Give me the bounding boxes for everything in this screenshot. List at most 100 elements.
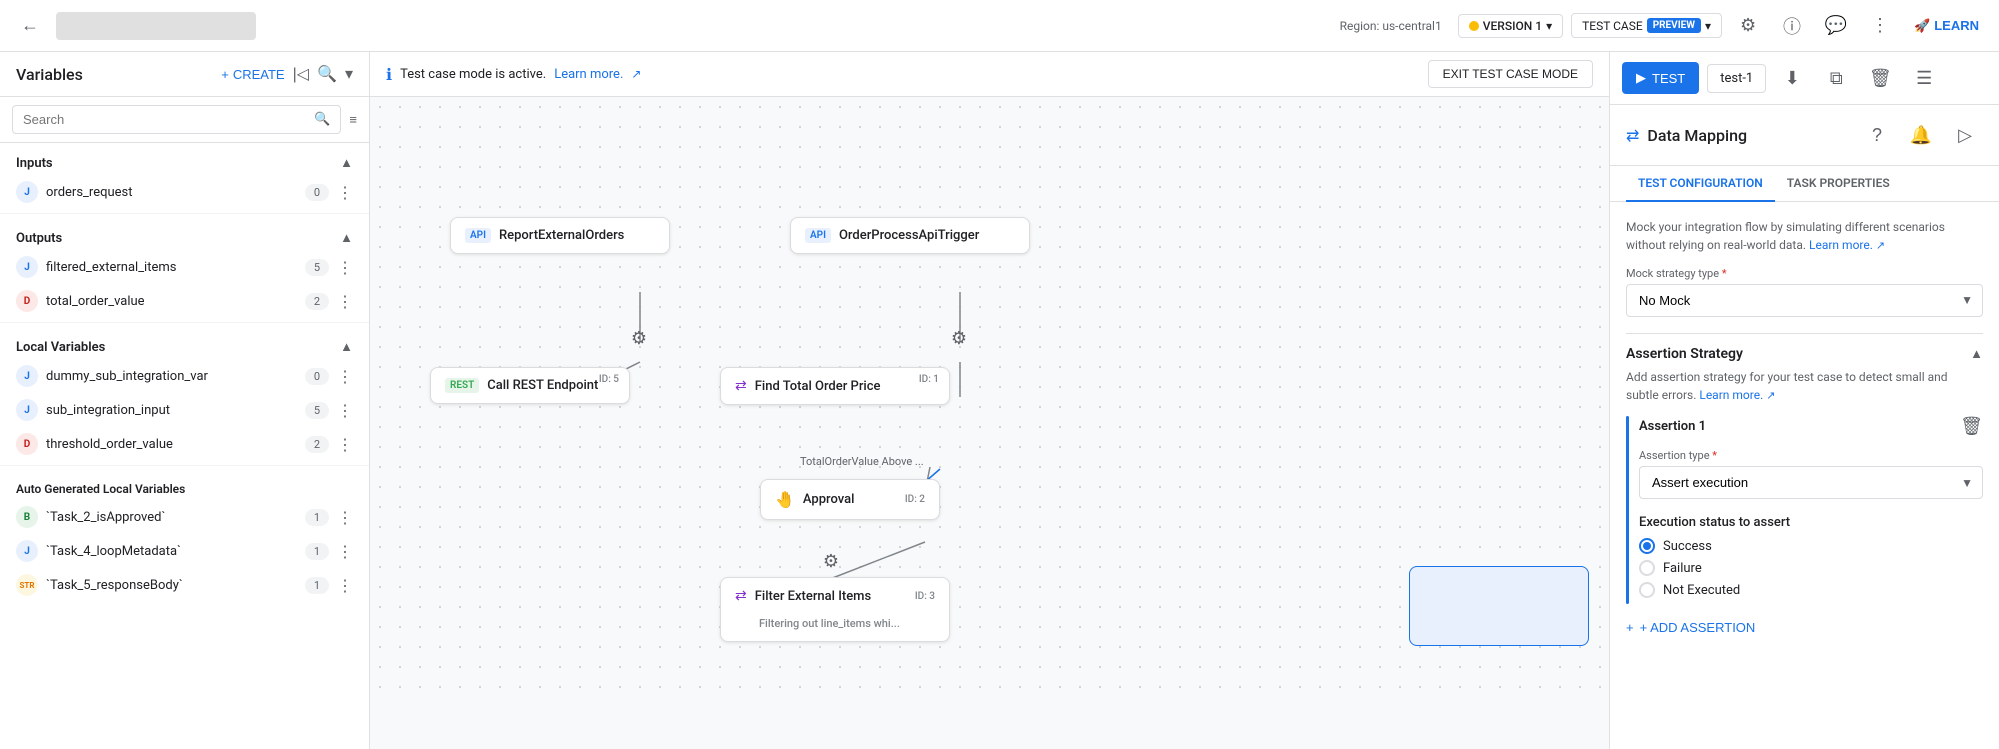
list-item[interactable]: J orders_request 0 ⋮ <box>0 175 369 209</box>
node-call-rest-endpoint[interactable]: REST Call REST Endpoint ID: 5 <box>430 367 630 404</box>
feedback-button[interactable]: 💬 <box>1818 8 1854 44</box>
inputs-label: Inputs <box>16 156 53 171</box>
download-test-button[interactable]: ⬇ <box>1774 60 1810 96</box>
variable-menu-icon[interactable]: ⋮ <box>337 435 353 454</box>
panel-expand-button[interactable]: ▷ <box>1947 117 1983 153</box>
radio-failure-circle[interactable] <box>1639 560 1655 576</box>
preview-badge: PREVIEW <box>1647 18 1701 33</box>
tab-label: TEST CONFIGURATION <box>1638 176 1763 190</box>
inputs-toggle[interactable]: ▲ <box>340 155 353 171</box>
gear-icon-report[interactable]: ⚙ <box>623 322 655 354</box>
delete-assertion-button[interactable]: 🗑 <box>1960 416 1983 437</box>
node-label: OrderProcessApiTrigger <box>839 228 979 243</box>
tab-task-properties[interactable]: TASK PROPERTIES <box>1775 166 1902 202</box>
sidebar-more-button[interactable]: ▾ <box>345 64 353 84</box>
variable-menu-icon[interactable]: ⋮ <box>337 401 353 420</box>
test-case-chip[interactable]: TEST CASE PREVIEW ▾ <box>1571 13 1722 38</box>
canvas-inner[interactable]: API ReportExternalOrders ⚙ API OrderProc… <box>370 97 1609 706</box>
node-find-total-order-price[interactable]: ⇄ Find Total Order Price ID: 1 <box>720 367 950 405</box>
list-item[interactable]: J sub_integration_input 5 ⋮ <box>0 393 369 427</box>
search-input[interactable] <box>23 112 308 127</box>
assertion-type-select[interactable]: Assert execution <box>1639 466 1983 499</box>
learn-button[interactable]: 🚀 LEARN <box>1906 8 1987 44</box>
variable-menu-icon[interactable]: ⋮ <box>337 258 353 277</box>
node-id: ID: 2 <box>905 494 925 505</box>
canvas-area: ℹ Test case mode is active. Learn more. … <box>370 52 1609 749</box>
list-item[interactable]: D total_order_value 2 ⋮ <box>0 284 369 318</box>
right-panel-header: ⇄ Data Mapping ? 🔔 ▷ <box>1610 105 1999 166</box>
variable-menu-icon[interactable]: ⋮ <box>337 183 353 202</box>
outputs-toggle[interactable]: ▲ <box>340 230 353 246</box>
delete-test-button[interactable]: 🗑 <box>1862 60 1898 96</box>
exit-test-case-button[interactable]: EXIT TEST CASE MODE <box>1428 60 1593 88</box>
node-label: ReportExternalOrders <box>499 228 624 243</box>
version-chip[interactable]: VERSION 1 ▾ <box>1458 14 1563 38</box>
node-report-external-orders[interactable]: API ReportExternalOrders <box>450 217 670 254</box>
gear-icon-approval[interactable]: ⚙ <box>815 545 847 577</box>
variable-count: 1 <box>305 509 329 526</box>
radio-not-executed[interactable]: Not Executed <box>1639 582 1983 598</box>
radio-success-circle[interactable] <box>1639 538 1655 554</box>
list-item[interactable]: D threshold_order_value 2 ⋮ <box>0 427 369 461</box>
assertion-collapse-icon[interactable]: ▲ <box>1970 346 1983 362</box>
play-icon: ▶ <box>1636 70 1646 86</box>
radio-failure-label: Failure <box>1663 561 1702 576</box>
list-item[interactable]: B `Task_2_isApproved` 1 ⋮ <box>0 500 369 534</box>
search-input-wrapper: 🔍 <box>12 105 341 134</box>
list-item[interactable]: J dummy_sub_integration_var 0 ⋮ <box>0 359 369 393</box>
variable-menu-icon[interactable]: ⋮ <box>337 292 353 311</box>
variable-name: `Task_4_loopMetadata` <box>46 544 297 559</box>
assertion-description: Add assertion strategy for your test cas… <box>1626 368 1983 405</box>
collapse-sidebar-button[interactable]: |◁ <box>293 64 309 84</box>
back-button[interactable]: ← <box>12 8 48 44</box>
settings-button[interactable]: ⚙ <box>1730 8 1766 44</box>
test-result-box <box>1409 566 1589 646</box>
type-badge-double: D <box>16 433 38 455</box>
variable-menu-icon[interactable]: ⋮ <box>337 508 353 527</box>
gear-icon-trigger[interactable]: ⚙ <box>943 322 975 354</box>
required-mark-2: * <box>1712 449 1717 462</box>
test-banner-text: Test case mode is active. <box>400 67 546 82</box>
list-item[interactable]: STR `Task_5_responseBody` 1 ⋮ <box>0 568 369 602</box>
tab-test-configuration[interactable]: TEST CONFIGURATION <box>1626 166 1775 202</box>
node-order-process-trigger[interactable]: API OrderProcessApiTrigger <box>790 217 1030 254</box>
create-variable-button[interactable]: + CREATE <box>221 67 284 82</box>
panel-help-button[interactable]: ? <box>1859 117 1895 153</box>
outputs-section-header: Outputs ▲ <box>0 218 369 250</box>
filter-icon[interactable]: ≡ <box>349 112 357 128</box>
radio-failure[interactable]: Failure <box>1639 560 1983 576</box>
node-description: Filtering out line_items whi... <box>759 617 900 630</box>
radio-not-executed-circle[interactable] <box>1639 582 1655 598</box>
variable-menu-icon[interactable]: ⋮ <box>337 367 353 386</box>
list-item[interactable]: J filtered_external_items 5 ⋮ <box>0 250 369 284</box>
expand-icon: ▷ <box>1958 125 1972 146</box>
more-menu-button[interactable]: ⋮ <box>1862 8 1898 44</box>
run-test-button[interactable]: ▶ TEST <box>1622 62 1699 94</box>
list-item[interactable]: J `Task_4_loopMetadata` 1 ⋮ <box>0 534 369 568</box>
assertion-learn-link[interactable]: Learn more. <box>1699 388 1763 402</box>
variable-name: total_order_value <box>46 294 297 309</box>
copy-test-button[interactable]: ⧉ <box>1818 60 1854 96</box>
node-filter-external-items[interactable]: ⇄ Filter External Items ID: 3 Filtering … <box>720 577 950 642</box>
required-mark: * <box>1722 267 1727 280</box>
search-toggle-button[interactable]: 🔍 <box>317 64 337 84</box>
execution-status-label: Execution status to assert <box>1639 515 1983 530</box>
node-approval[interactable]: 🤚 Approval ID: 2 <box>760 479 940 520</box>
variable-name: `Task_2_isApproved` <box>46 510 297 525</box>
radio-success[interactable]: Success <box>1639 538 1983 554</box>
test-menu-button[interactable]: ☰ <box>1906 60 1942 96</box>
local-vars-toggle[interactable]: ▲ <box>340 339 353 355</box>
variable-menu-icon[interactable]: ⋮ <box>337 542 353 561</box>
mock-strategy-select-wrapper: No Mock ▼ <box>1626 284 1983 317</box>
tab-label: TASK PROPERTIES <box>1787 176 1890 190</box>
node-label: Find Total Order Price <box>755 379 881 394</box>
learn-icon: 🚀 <box>1914 18 1930 34</box>
variable-menu-icon[interactable]: ⋮ <box>337 576 353 595</box>
info-button[interactable]: ⓘ <box>1774 8 1810 44</box>
mock-strategy-select[interactable]: No Mock <box>1626 284 1983 317</box>
learn-more-link[interactable]: Learn more. <box>554 67 623 82</box>
add-assertion-button[interactable]: + + ADD ASSERTION <box>1626 612 1755 643</box>
test-case-label: TEST CASE <box>1582 19 1643 33</box>
panel-notifications-button[interactable]: 🔔 <box>1903 117 1939 153</box>
mock-learn-link[interactable]: Learn more. <box>1809 238 1873 252</box>
